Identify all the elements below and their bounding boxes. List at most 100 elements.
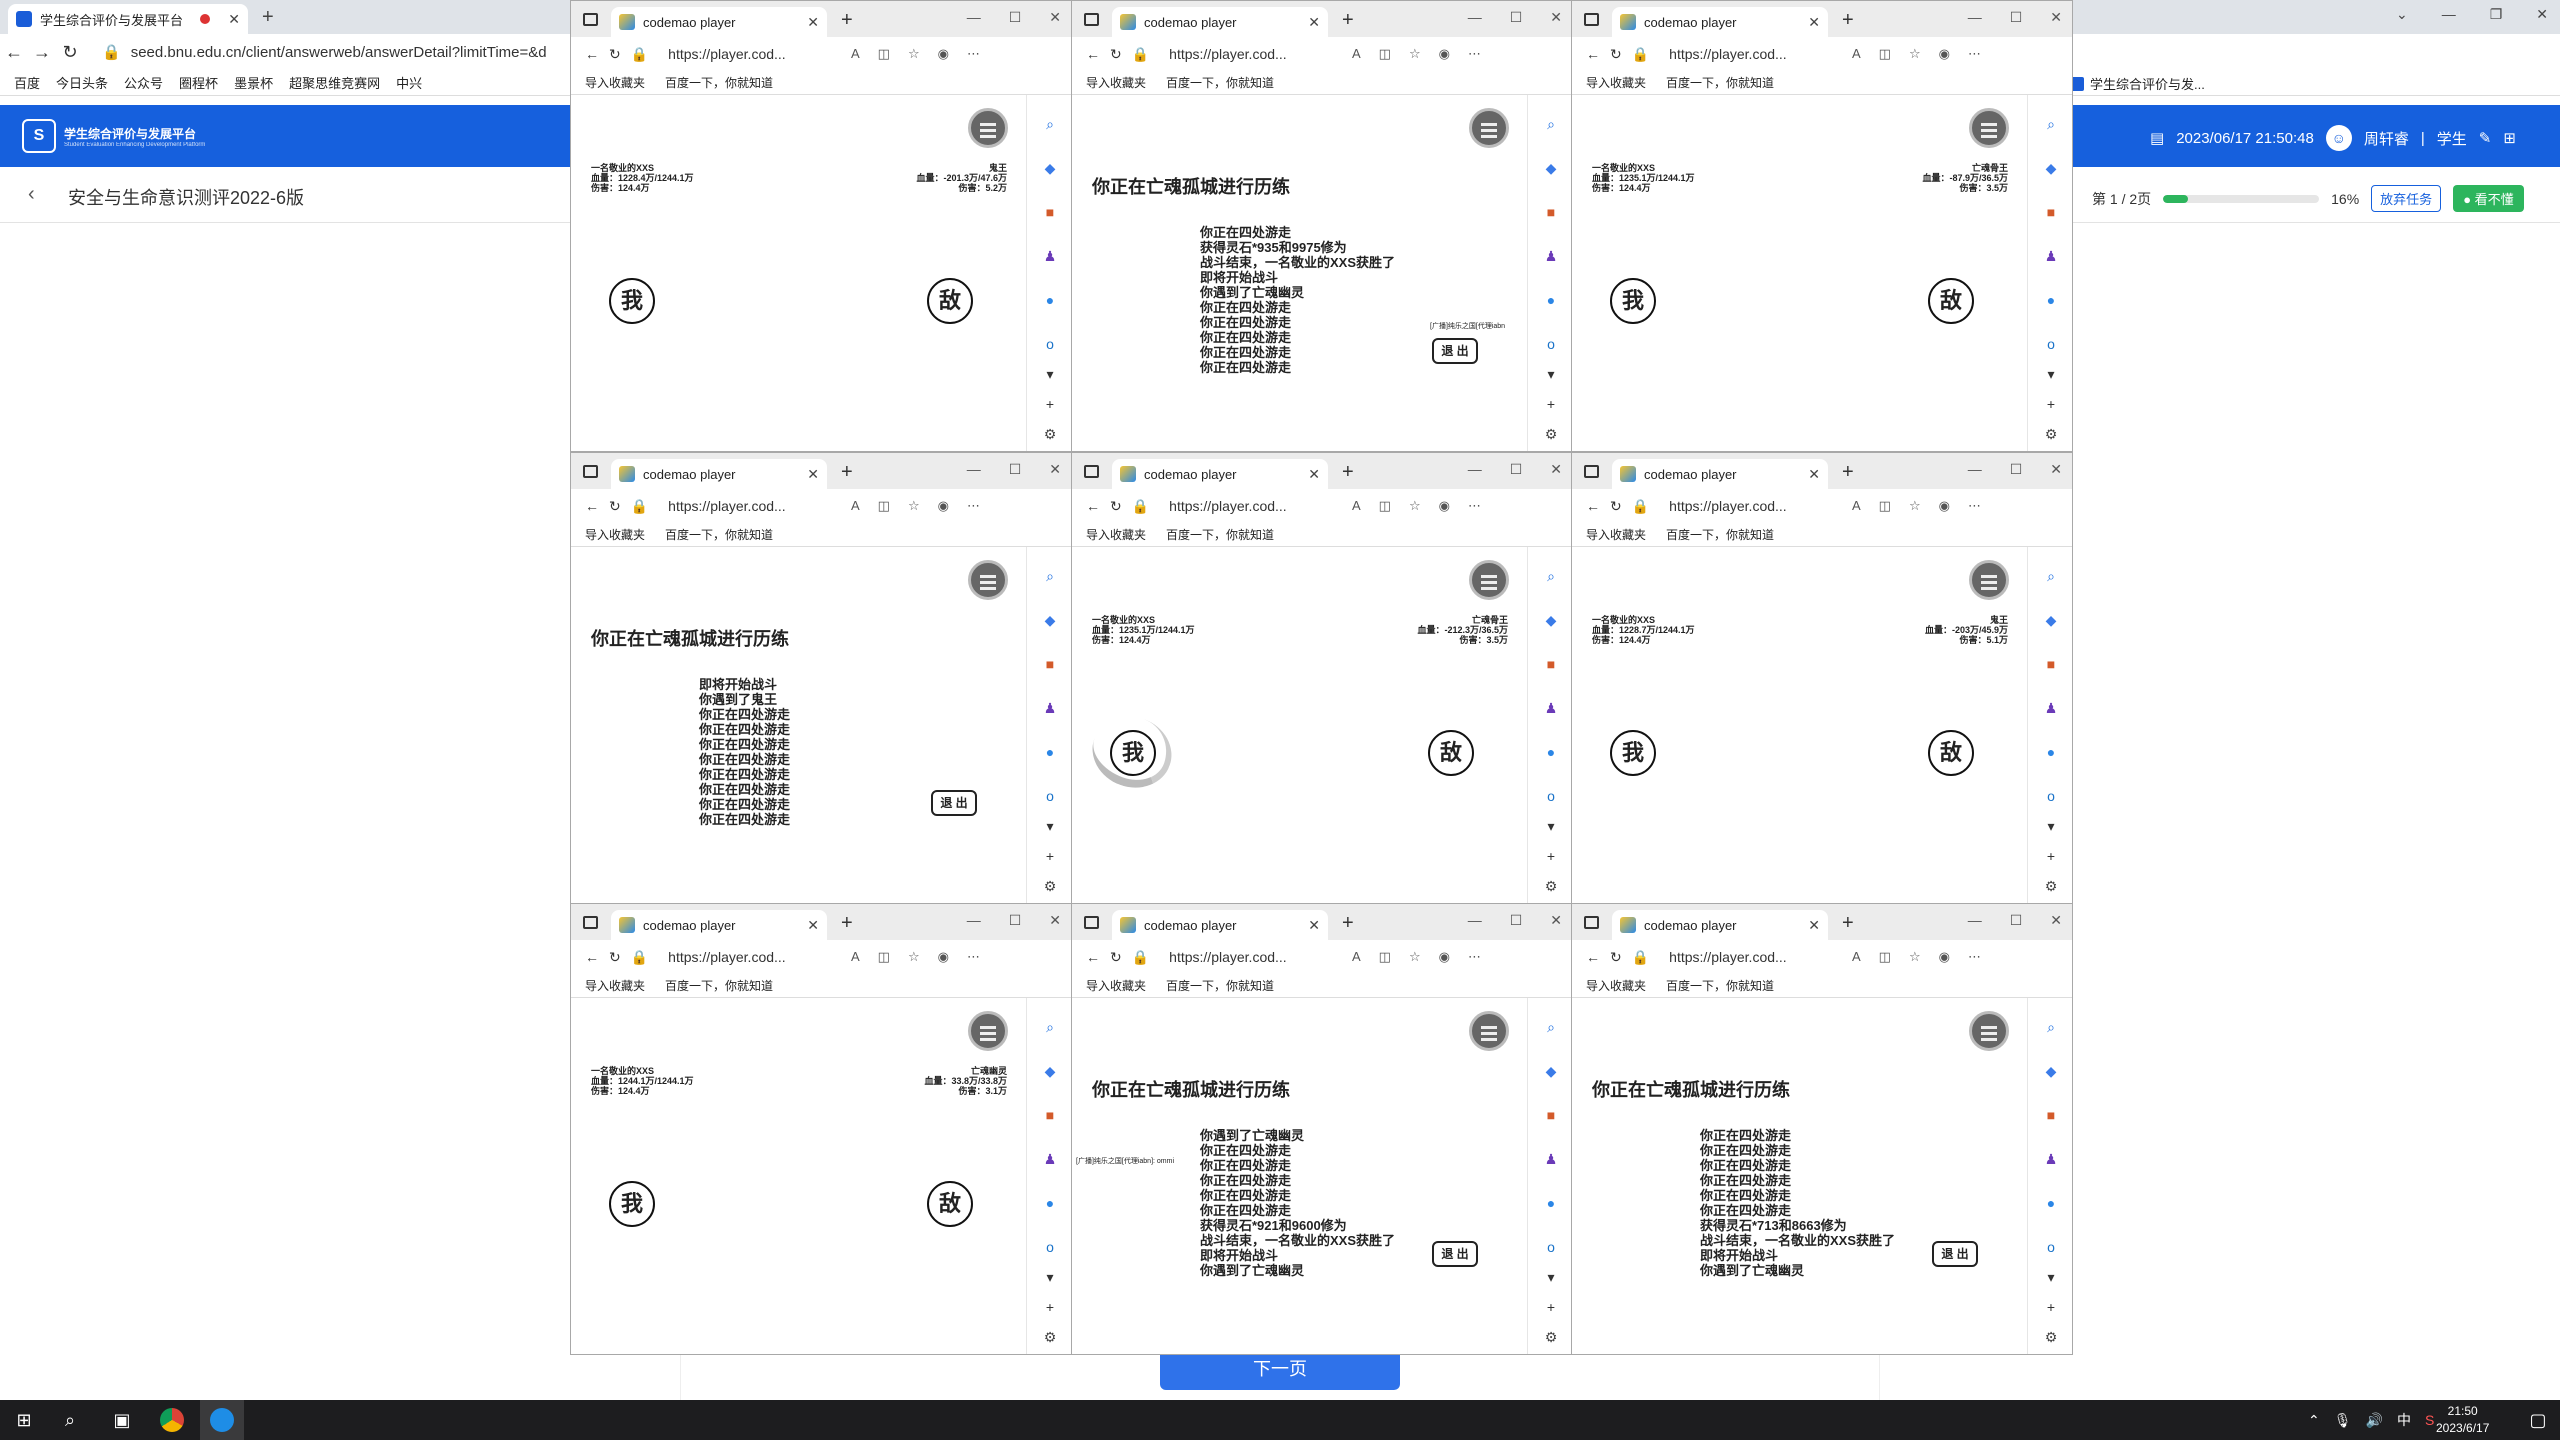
browser-tab[interactable]: codemao player ✕ (1612, 910, 1828, 940)
new-tab-button[interactable]: + (1342, 912, 1354, 935)
fav-baidu-item[interactable]: 百度一下，你就知道 (665, 526, 773, 543)
task-view-icon[interactable]: ▣ (110, 1408, 134, 1432)
more-menu-icon[interactable]: ⋯ (1968, 949, 1981, 965)
back-arrow-icon[interactable]: ← (585, 498, 599, 514)
new-tab-button[interactable]: + (262, 6, 274, 29)
maximize-button[interactable]: ☐ (2010, 9, 2023, 26)
profile-icon[interactable]: ◉ (938, 949, 949, 965)
close-tab-icon[interactable]: ✕ (1308, 466, 1320, 483)
sidebar-toggle-icon[interactable] (1084, 13, 1099, 26)
reload-icon[interactable]: ↻ (609, 949, 621, 966)
reload-icon[interactable]: ↻ (1610, 498, 1622, 515)
read-aloud-icon[interactable]: A (1852, 498, 1861, 514)
avatar[interactable]: ☺ (2325, 125, 2352, 151)
bookmark-item[interactable]: 圈程杯 (179, 73, 218, 92)
close-tab-icon[interactable]: ✕ (1808, 14, 1820, 31)
circle-app-icon[interactable]: ● (1041, 291, 1059, 309)
search-icon[interactable]: ⌕ (58, 1408, 82, 1432)
sidebar-toggle-icon[interactable] (583, 465, 598, 478)
back-arrow-icon[interactable]: ← (1586, 46, 1600, 62)
toolbox-icon[interactable]: ■ (1542, 1106, 1560, 1124)
profile-icon[interactable]: ◉ (938, 46, 949, 62)
address-bar[interactable]: https://player.cod... (668, 498, 788, 514)
browser-tab[interactable]: codemao player ✕ (1612, 7, 1828, 37)
toolbox-icon[interactable]: ■ (2042, 655, 2060, 673)
minimize-button[interactable]: — (1468, 9, 1482, 26)
address-bar[interactable]: https://player.cod... (668, 949, 788, 965)
more-menu-icon[interactable]: ⋯ (967, 949, 980, 965)
maximize-button[interactable]: ☐ (1009, 461, 1022, 478)
chevron-down-icon[interactable]: ▾ (1542, 817, 1560, 835)
chess-icon[interactable]: ♟ (1041, 699, 1059, 717)
circle-app-icon[interactable]: ● (1041, 1194, 1059, 1212)
outlook-icon[interactable]: o (1542, 787, 1560, 805)
fav-baidu-item[interactable]: 百度一下，你就知道 (1666, 74, 1774, 91)
search-icon[interactable]: ⌕ (1542, 115, 1560, 133)
read-aloud-icon[interactable]: A (851, 46, 860, 62)
fav-baidu-item[interactable]: 百度一下，你就知道 (1666, 526, 1774, 543)
game-menu-button[interactable] (1969, 1011, 2009, 1051)
fav-baidu-item[interactable]: 百度一下，你就知道 (1666, 977, 1774, 994)
back-chevron-icon[interactable]: ‹ (28, 183, 35, 206)
new-tab-button[interactable]: + (841, 9, 853, 32)
chess-icon[interactable]: ♟ (1542, 247, 1560, 265)
chevron-down-icon[interactable]: ▾ (2042, 365, 2060, 383)
toolbox-icon[interactable]: ■ (2042, 1106, 2060, 1124)
bookmark-item[interactable]: 公众号 (124, 73, 163, 92)
reload-icon[interactable]: ↻ (1110, 949, 1122, 966)
bookmark-item-right[interactable]: 学生综合评价与发... (2070, 74, 2205, 93)
back-arrow-icon[interactable]: ← (1586, 949, 1600, 965)
profile-icon[interactable]: ◉ (1439, 46, 1450, 62)
tag-icon[interactable]: ◆ (1041, 1062, 1059, 1080)
add-icon[interactable]: + (1542, 395, 1560, 413)
close-tab-icon[interactable]: ✕ (807, 466, 819, 483)
minimize-button[interactable]: — (1468, 461, 1482, 478)
tag-icon[interactable]: ◆ (2042, 611, 2060, 629)
chess-icon[interactable]: ♟ (1041, 1150, 1059, 1168)
address-bar[interactable]: 🔒 seed.bnu.edu.cn/client/answerweb/answe… (102, 43, 547, 62)
browser-tab[interactable]: codemao player ✕ (1112, 459, 1328, 489)
profile-icon[interactable]: ◉ (1939, 46, 1950, 62)
close-window-button[interactable]: ✕ (2050, 912, 2062, 929)
favorite-star-icon[interactable]: ☆ (1409, 949, 1421, 965)
add-icon[interactable]: + (1542, 847, 1560, 865)
browser-tab[interactable]: codemao player ✕ (611, 459, 827, 489)
close-tab-icon[interactable]: ✕ (807, 917, 819, 934)
read-aloud-icon[interactable]: A (1352, 949, 1361, 965)
minimize-button[interactable]: — (967, 461, 981, 478)
settings-gear-icon[interactable]: ⚙ (2042, 877, 2060, 895)
tag-icon[interactable]: ◆ (2042, 1062, 2060, 1080)
bookmark-item[interactable]: 中兴 (396, 73, 422, 92)
tag-icon[interactable]: ◆ (1542, 1062, 1560, 1080)
system-clock[interactable]: 21:50 2023/6/17 (2436, 1403, 2489, 1437)
game-menu-button[interactable] (1469, 560, 1509, 600)
antivirus-icon[interactable]: S (2425, 1412, 2434, 1428)
search-icon[interactable]: ⌕ (1542, 1018, 1560, 1036)
outlook-icon[interactable]: o (2042, 787, 2060, 805)
chrome-icon[interactable] (160, 1408, 184, 1432)
new-tab-button[interactable]: + (1342, 9, 1354, 32)
new-tab-button[interactable]: + (1842, 461, 1854, 484)
close-tab-icon[interactable]: ✕ (1808, 917, 1820, 934)
close-tab-icon[interactable]: ✕ (1308, 14, 1320, 31)
address-bar[interactable]: https://player.cod... (1669, 46, 1789, 62)
close-window-button[interactable]: ✕ (1550, 461, 1562, 478)
more-menu-icon[interactable]: ⋯ (1468, 949, 1481, 965)
circle-app-icon[interactable]: ● (2042, 291, 2060, 309)
split-screen-icon[interactable]: ◫ (1379, 46, 1391, 62)
windows-start-icon[interactable]: ⊞ (12, 1408, 36, 1432)
new-tab-button[interactable]: + (841, 461, 853, 484)
maximize-button[interactable]: ☐ (1510, 461, 1523, 478)
chess-icon[interactable]: ♟ (2042, 699, 2060, 717)
outlook-icon[interactable]: o (2042, 1238, 2060, 1256)
split-screen-icon[interactable]: ◫ (1879, 498, 1891, 514)
outlook-icon[interactable]: o (1041, 1238, 1059, 1256)
forward-arrow-icon[interactable]: → (28, 42, 56, 63)
fav-import-item[interactable]: 导入收藏夹 (1586, 977, 1646, 994)
split-screen-icon[interactable]: ◫ (878, 46, 890, 62)
outlook-icon[interactable]: o (1041, 787, 1059, 805)
reload-icon[interactable]: ↻ (1110, 46, 1122, 63)
grid-icon[interactable]: ⊞ (2503, 129, 2516, 147)
settings-gear-icon[interactable]: ⚙ (1542, 877, 1560, 895)
browser-tab[interactable]: codemao player ✕ (1612, 459, 1828, 489)
